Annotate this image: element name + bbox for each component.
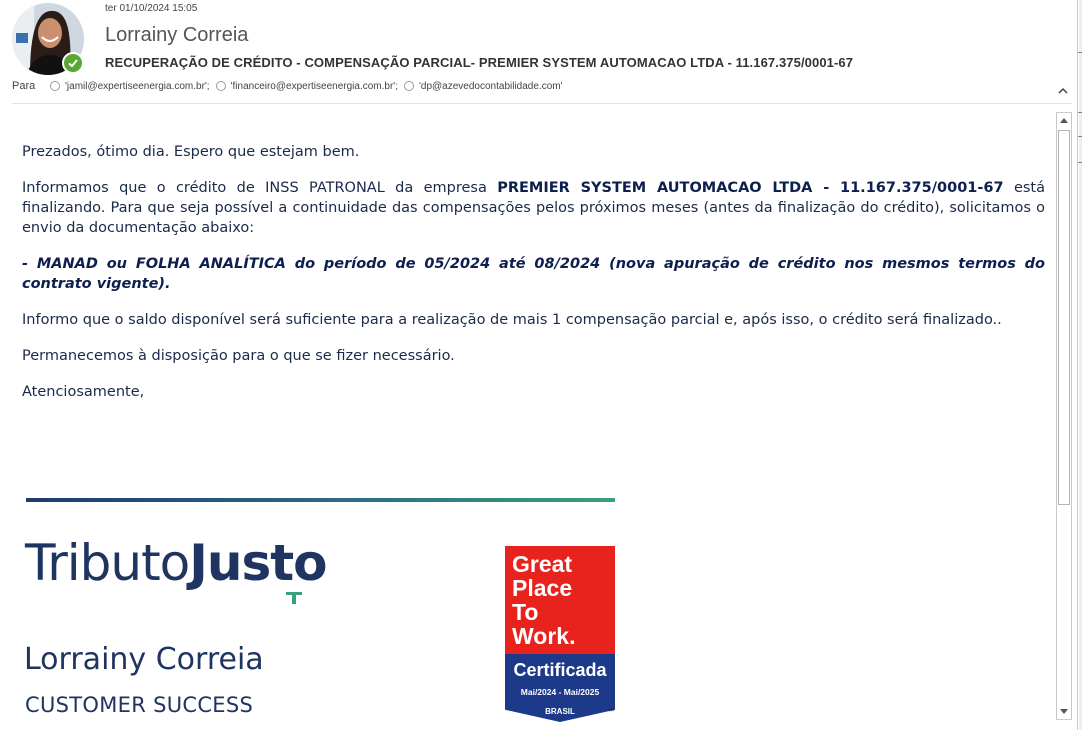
recipient-3[interactable]: 'dp@azevedocontabilidade.com'	[402, 81, 563, 92]
scroll-up-button[interactable]	[1058, 114, 1070, 128]
contact-status-icon	[215, 81, 226, 91]
to-label: Para	[12, 80, 36, 92]
great-place-to-work-badge: Great Place To Work. Certificada Mai/202…	[505, 546, 615, 722]
availability-paragraph: Permanecemos à disposição para o que se …	[22, 348, 455, 364]
scroll-down-button[interactable]	[1058, 704, 1070, 718]
edge-tick	[1078, 162, 1082, 163]
edge-tick	[1078, 136, 1082, 137]
collapse-header-button[interactable]	[1056, 84, 1070, 98]
closing-paragraph: Atenciosamente,	[22, 384, 145, 400]
contact-status-icon	[50, 81, 60, 91]
arrow-down-icon	[1060, 709, 1068, 714]
tributo-justo-logo: TributoJusto	[25, 534, 385, 606]
scroll-thumb[interactable]	[1058, 130, 1070, 505]
header-divider	[12, 103, 1072, 104]
credit-paragraph: Informamos que o crédito de INSS PATRONA…	[22, 180, 1045, 236]
recipients-row: Para 'jamil@expertiseenergia.com.br'; 'f…	[12, 80, 567, 92]
edge-tick	[1078, 112, 1082, 113]
edge-tick	[1078, 52, 1082, 53]
signature-name: Lorrainy Correia	[24, 642, 264, 677]
vertical-scrollbar[interactable]	[1056, 112, 1072, 720]
contact-status-icon	[403, 81, 414, 91]
sender-name[interactable]: Lorrainy Correia	[105, 24, 248, 47]
sent-date: ter 01/10/2024 15:05	[105, 3, 198, 14]
recipient-2[interactable]: 'financeiro@expertiseenergia.com.br';	[214, 81, 398, 92]
recipient-1[interactable]: 'jamil@expertiseenergia.com.br';	[48, 81, 210, 92]
presence-available-icon	[62, 52, 84, 74]
signature-divider	[26, 498, 615, 502]
arrow-up-icon	[1060, 118, 1068, 123]
message-text: Prezados, ótimo dia. Espero que estejam …	[22, 142, 1045, 418]
logo-accent-icon	[286, 592, 302, 604]
company-name: PREMIER SYSTEM AUTOMACAO LTDA - 11.167.3…	[497, 180, 1004, 196]
greeting-paragraph: Prezados, ótimo dia. Espero que estejam …	[22, 144, 360, 160]
message-header: ter 01/10/2024 15:05 Lorrainy Correia RE…	[0, 0, 1082, 104]
chevron-up-icon	[1058, 87, 1068, 94]
window-edge	[1077, 0, 1078, 730]
signature-role: CUSTOMER SUCCESS	[25, 693, 254, 717]
balance-paragraph: Informo que o saldo disponível será sufi…	[22, 312, 1002, 328]
document-request: - MANAD ou FOLHA ANALÍTICA do período de…	[22, 256, 1045, 292]
message-subject: RECUPERAÇÃO DE CRÉDITO - COMPENSAÇÃO PAR…	[105, 55, 854, 70]
